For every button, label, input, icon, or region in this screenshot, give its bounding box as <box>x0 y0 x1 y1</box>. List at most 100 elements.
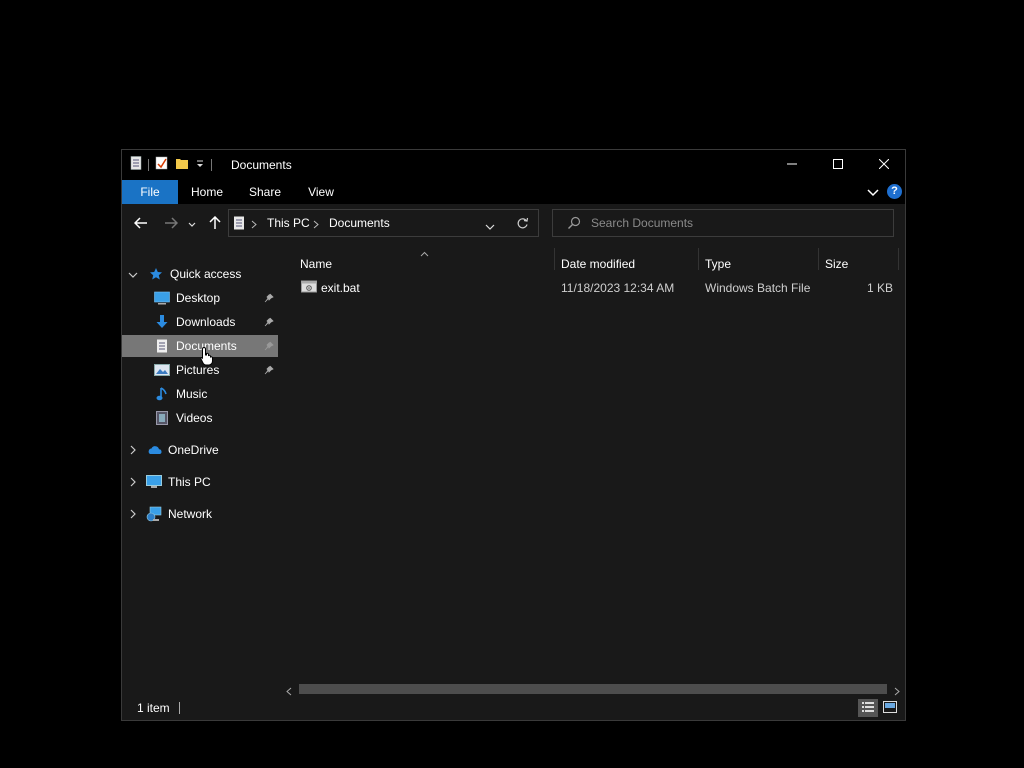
address-dropdown-icon[interactable] <box>485 220 495 234</box>
help-icon[interactable]: ? <box>887 184 902 199</box>
breadcrumb-separator-icon[interactable] <box>251 218 257 232</box>
forward-arrow-icon <box>164 216 179 232</box>
status-divider <box>179 702 180 714</box>
tab-home[interactable]: Home <box>186 180 228 204</box>
nav-label: This PC <box>168 475 211 489</box>
file-name: exit.bat <box>321 281 360 295</box>
nav-label: Videos <box>176 411 213 425</box>
nav-label: Downloads <box>176 315 236 329</box>
mouse-cursor-icon <box>200 346 214 369</box>
large-icons-view-icon <box>883 700 897 716</box>
breadcrumb-this-pc[interactable]: This PC <box>267 216 310 230</box>
chevron-down-icon <box>188 217 196 231</box>
minimize-icon <box>787 158 797 172</box>
navigation-bar: This PC Documents <box>122 204 905 244</box>
nav-label: Desktop <box>176 291 221 305</box>
column-header-size[interactable]: Size <box>825 254 895 278</box>
nav-label: Quick access <box>170 267 242 281</box>
back-button[interactable] <box>131 214 151 234</box>
this-pc-icon <box>146 474 162 490</box>
qat-separator-2 <box>211 158 212 171</box>
horizontal-scrollbar[interactable] <box>281 682 905 696</box>
tab-file[interactable]: File <box>122 180 178 204</box>
minimize-button[interactable] <box>769 150 815 180</box>
forward-button[interactable] <box>161 214 181 234</box>
recent-locations-button[interactable] <box>185 214 199 234</box>
details-view-button[interactable] <box>858 699 878 717</box>
pin-icon[interactable] <box>264 364 274 378</box>
column-divider[interactable] <box>698 248 699 270</box>
documents-small-icon[interactable] <box>130 156 142 173</box>
maximize-icon <box>833 158 843 172</box>
downloads-icon <box>154 314 170 330</box>
documents-icon <box>154 338 170 354</box>
nav-item-onedrive[interactable]: OneDrive <box>146 439 276 461</box>
nav-item-downloads[interactable]: Downloads <box>122 311 278 333</box>
nav-item-desktop[interactable]: Desktop <box>122 287 278 309</box>
column-divider[interactable] <box>898 248 899 270</box>
column-header-date-modified[interactable]: Date modified <box>561 254 695 278</box>
customize-qat-icon[interactable] <box>195 158 205 172</box>
pin-icon[interactable] <box>264 340 274 354</box>
pictures-icon <box>154 362 170 378</box>
tab-share[interactable]: Share <box>244 180 286 204</box>
scrollbar-thumb[interactable] <box>299 684 887 694</box>
back-arrow-icon <box>133 216 148 232</box>
navigation-pane: Quick access Desktop Downloads Documents <box>122 244 280 696</box>
chevron-right-icon[interactable] <box>128 509 138 519</box>
videos-icon <box>154 410 170 426</box>
nav-item-music[interactable]: Music <box>122 383 278 405</box>
close-button[interactable] <box>861 150 907 180</box>
title-bar: Documents <box>122 150 905 180</box>
chevron-right-icon[interactable] <box>128 445 138 455</box>
address-bar[interactable]: This PC Documents <box>228 209 539 237</box>
breadcrumb-documents[interactable]: Documents <box>329 216 390 230</box>
expand-ribbon-icon[interactable] <box>867 187 879 201</box>
up-button[interactable] <box>205 214 225 234</box>
documents-location-icon <box>233 216 245 233</box>
file-row[interactable]: exit.bat 11/18/2023 12:34 AM Windows Bat… <box>289 278 897 298</box>
column-header-type[interactable]: Type <box>705 254 815 278</box>
onedrive-icon <box>146 442 162 458</box>
column-divider[interactable] <box>554 248 555 270</box>
item-count: 1 item <box>137 701 170 715</box>
large-icons-view-button[interactable] <box>880 699 900 717</box>
chevron-down-icon[interactable] <box>128 270 138 280</box>
maximize-button[interactable] <box>815 150 861 180</box>
search-icon <box>567 216 581 233</box>
nav-label: OneDrive <box>168 443 219 457</box>
nav-item-this-pc[interactable]: This PC <box>146 471 276 493</box>
file-list: Name Date modified Type Size exit.bat 11… <box>281 244 905 682</box>
close-icon <box>878 158 890 172</box>
batch-file-icon <box>301 280 317 297</box>
chevron-right-icon[interactable] <box>128 477 138 487</box>
qat-separator <box>148 158 149 171</box>
pin-icon[interactable] <box>264 292 274 306</box>
tab-view[interactable]: View <box>300 180 342 204</box>
nav-item-network[interactable]: Network <box>146 503 276 525</box>
ribbon-tabs: File Home Share View ? <box>122 180 905 204</box>
desktop-icon <box>154 290 170 306</box>
column-divider[interactable] <box>818 248 819 270</box>
network-icon <box>146 506 162 522</box>
search-input[interactable] <box>591 215 881 231</box>
breadcrumb-separator-icon[interactable] <box>313 218 319 232</box>
new-folder-icon[interactable] <box>175 156 189 173</box>
status-bar: 1 item <box>122 696 905 720</box>
refresh-icon[interactable] <box>516 217 529 233</box>
file-explorer-window: Documents File Home Share View ? This PC… <box>121 149 906 721</box>
music-icon <box>154 386 170 402</box>
file-type: Windows Batch File <box>705 281 811 295</box>
nav-label: Network <box>168 507 213 521</box>
nav-item-videos[interactable]: Videos <box>122 407 278 429</box>
nav-quick-access[interactable]: Quick access <box>148 263 276 285</box>
pin-icon[interactable] <box>264 316 274 330</box>
star-icon <box>148 266 164 282</box>
column-header-name[interactable]: Name <box>300 254 550 278</box>
window-title: Documents <box>231 158 292 172</box>
properties-icon[interactable] <box>155 156 169 173</box>
up-arrow-icon <box>209 215 221 233</box>
search-box[interactable] <box>552 209 894 237</box>
details-view-icon <box>862 701 874 716</box>
file-size: 1 KB <box>867 281 894 295</box>
